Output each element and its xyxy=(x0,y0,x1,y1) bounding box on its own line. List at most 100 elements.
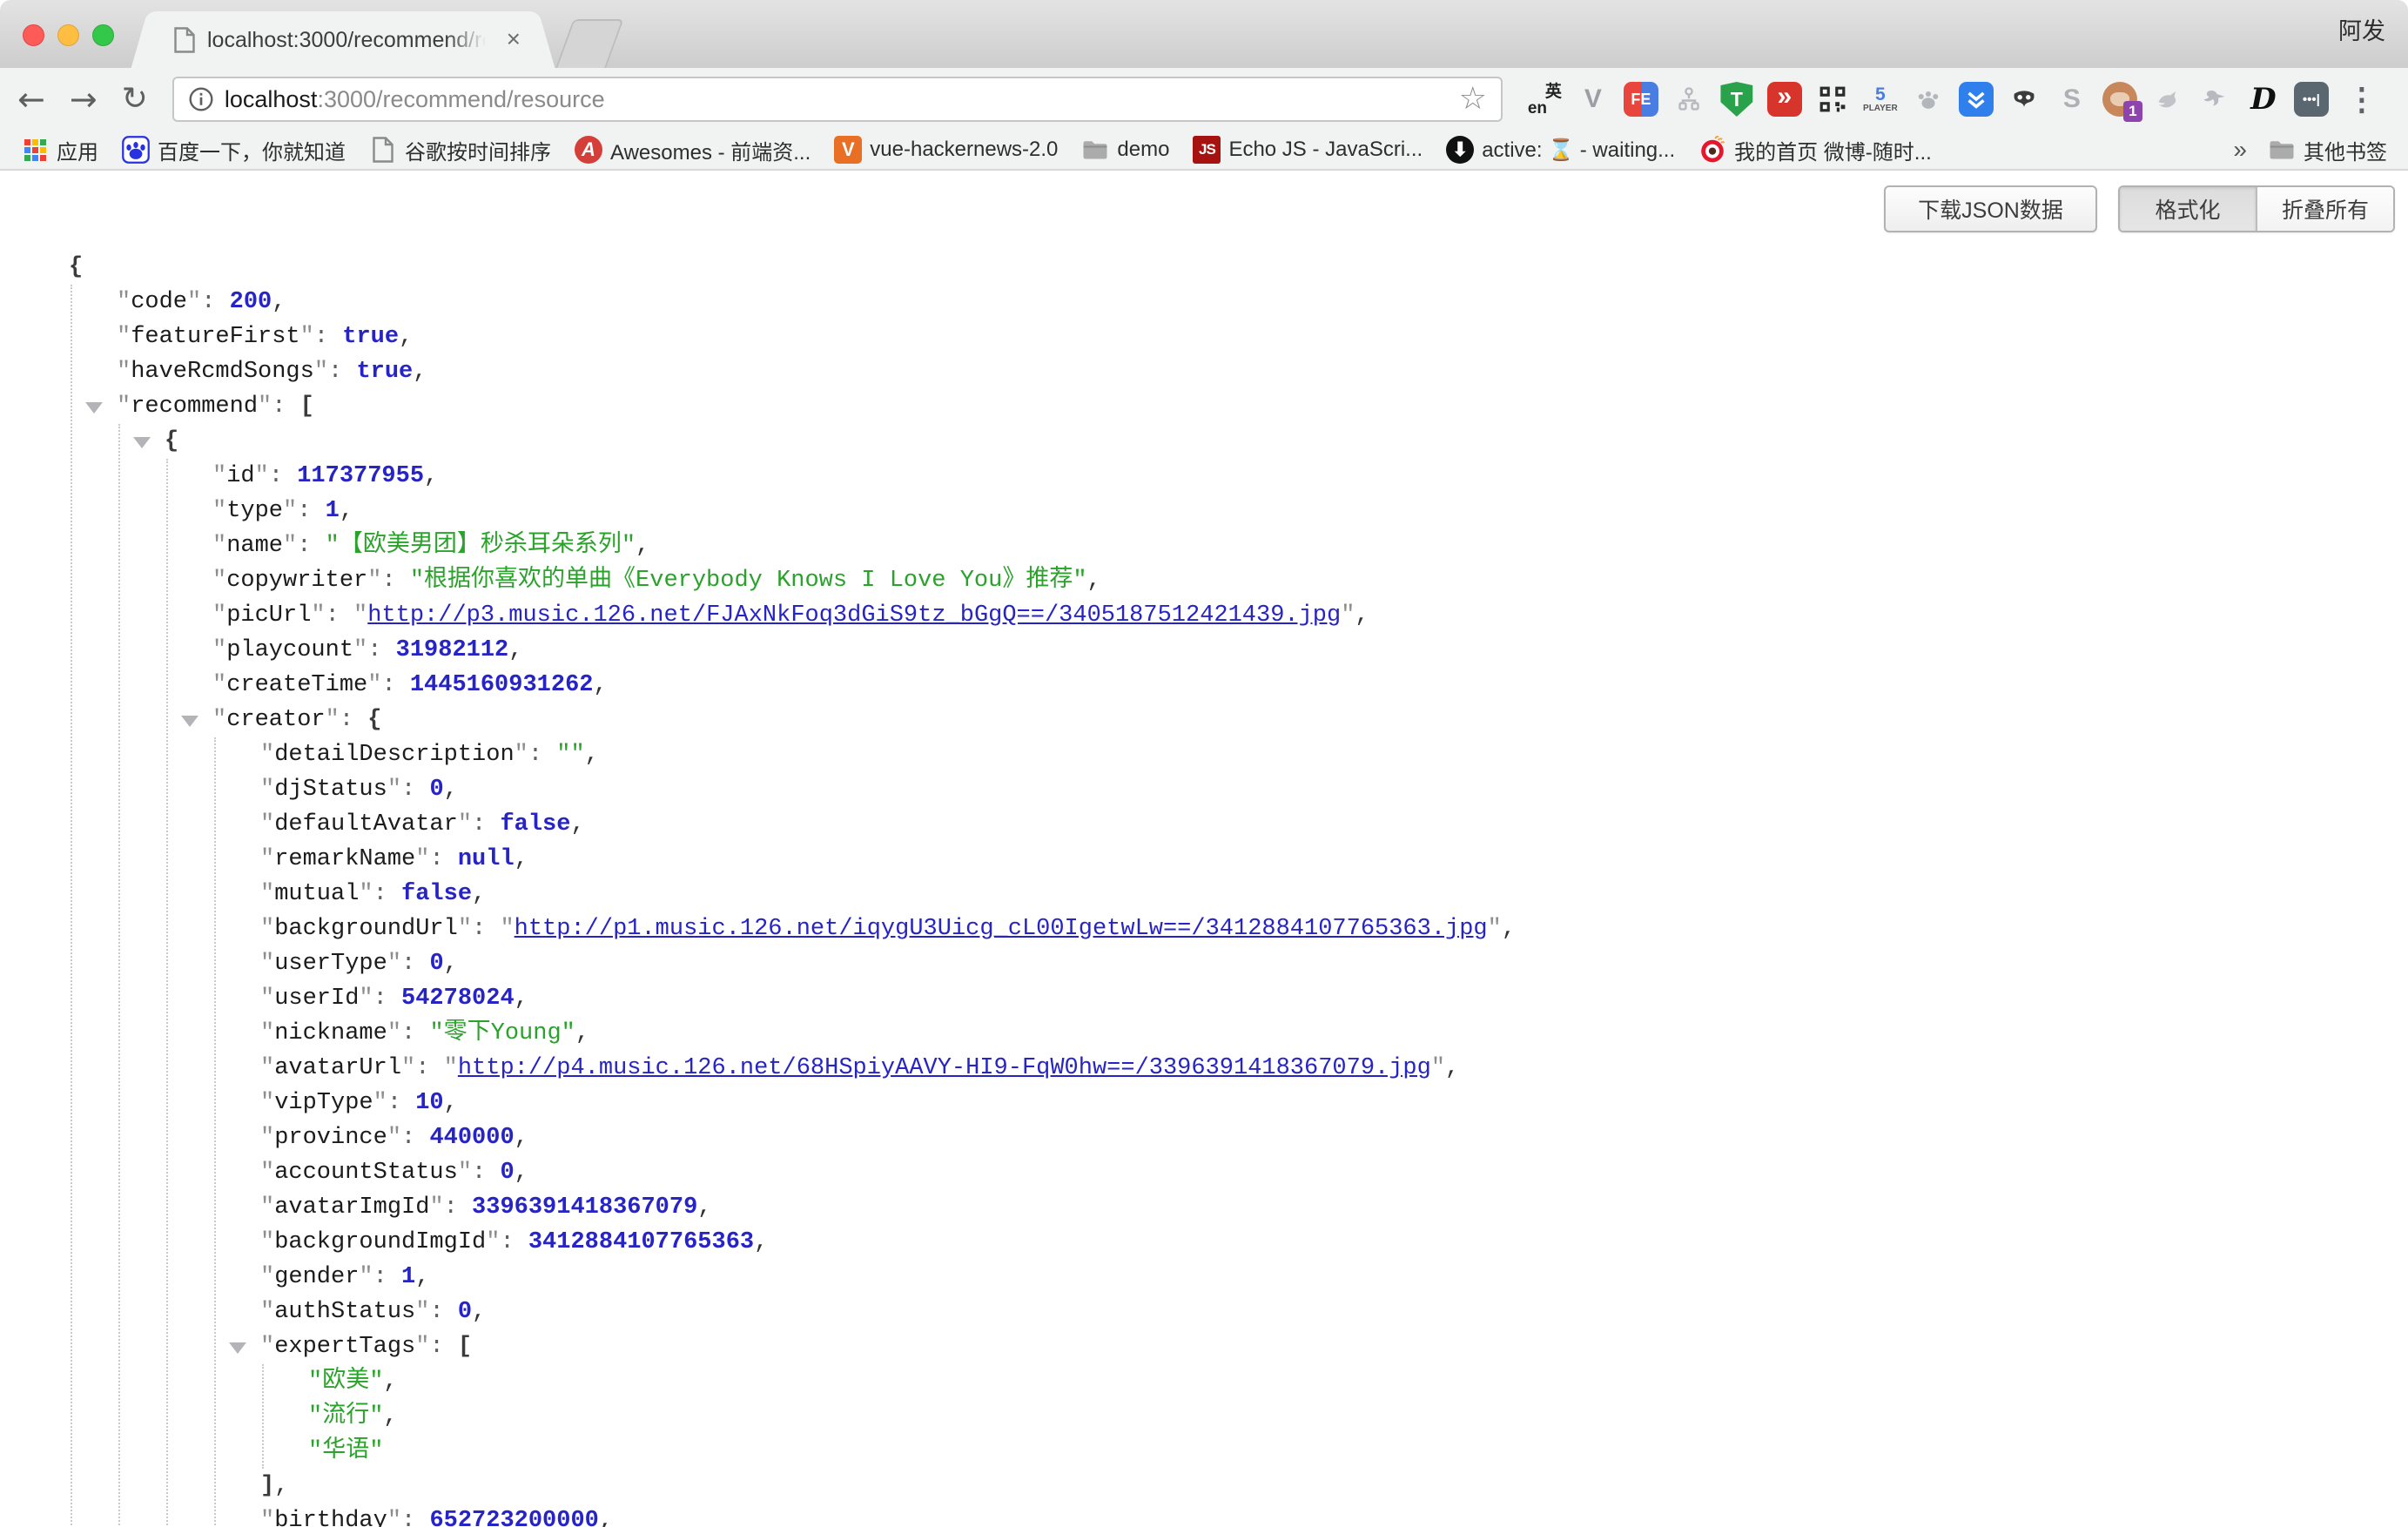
format-button[interactable]: 格式化 xyxy=(2120,187,2256,231)
json-token-q: " xyxy=(212,463,226,489)
json-token-q: " xyxy=(260,916,274,942)
letter-d-icon[interactable]: D xyxy=(2246,82,2281,117)
json-token-p: : xyxy=(269,463,297,489)
json-line: "copywriter": "根据你喜欢的单曲《Everybody Knows … xyxy=(212,563,2408,598)
json-token-q: " xyxy=(1341,602,1355,629)
json-token-k: avatarUrl xyxy=(274,1055,401,1081)
url-text[interactable]: localhost:3000/recommend/resource xyxy=(225,86,1459,113)
json-line: "playcount": 31982112, xyxy=(212,633,2408,668)
video-download-icon[interactable] xyxy=(1959,82,1994,117)
letter-s-icon[interactable]: S xyxy=(2055,82,2089,117)
bookmark-item[interactable]: Vvue-hackernews-2.0 xyxy=(834,136,1058,164)
browser-tab[interactable]: localhost:3000/recommend/re × xyxy=(153,11,533,68)
json-token-q: " xyxy=(367,672,381,698)
download-json-button[interactable]: 下载JSON数据 xyxy=(1884,185,2097,232)
json-token-p: : xyxy=(500,1229,528,1255)
json-token-c: , xyxy=(424,463,438,489)
bookmark-star-icon[interactable]: ☆ xyxy=(1459,84,1487,115)
json-token-c: , xyxy=(340,498,353,524)
json-line: "userType": 0, xyxy=(260,946,2408,981)
tab-close-icon[interactable]: × xyxy=(507,11,521,68)
collapse-arrow-icon[interactable] xyxy=(181,716,198,727)
json-token-q: " xyxy=(486,1229,500,1255)
close-window-button[interactable] xyxy=(23,24,44,46)
shield-t-icon[interactable]: T xyxy=(1719,82,1754,117)
new-tab-button[interactable] xyxy=(555,19,623,70)
minimize-window-button[interactable] xyxy=(57,24,79,46)
json-line: "nickname": "零下Young", xyxy=(260,1016,2408,1051)
back-button[interactable]: ← xyxy=(17,83,45,116)
fast-forward-icon[interactable]: » xyxy=(1767,82,1802,117)
bookmark-item[interactable]: AAwesomes - 前端资... xyxy=(575,135,811,165)
json-token-c: , xyxy=(1355,602,1369,629)
qr-code-icon[interactable] xyxy=(1815,82,1850,117)
maximize-window-button[interactable] xyxy=(92,24,114,46)
mask-icon[interactable] xyxy=(2007,82,2041,117)
json-token-q: " xyxy=(260,1194,274,1221)
json-token-k: expertTags xyxy=(274,1334,415,1360)
json-token-q: " xyxy=(283,498,297,524)
json-url-link[interactable]: http://p1.music.126.net/iqygU3Uicg_cL00I… xyxy=(515,916,1488,942)
json-token-p: : xyxy=(272,394,299,420)
json-token-p: : xyxy=(328,359,356,385)
json-line: "type": 1, xyxy=(212,494,2408,528)
json-token-k: nickname xyxy=(274,1020,387,1046)
other-bookmarks-folder[interactable]: 其他书签 xyxy=(2268,135,2387,165)
json-token-c: , xyxy=(1502,916,1516,942)
sitemap-icon[interactable] xyxy=(1671,82,1706,117)
hummingbird-icon[interactable] xyxy=(2198,82,2233,117)
bookmark-item[interactable]: 我的首页 微博-随时... xyxy=(1698,135,1932,165)
tampermonkey-icon[interactable]: 1 xyxy=(2102,82,2137,117)
url-path: :3000/recommend/resource xyxy=(317,86,604,112)
reload-button[interactable]: ↻ xyxy=(122,84,148,115)
json-token-q: " xyxy=(415,1334,429,1360)
profile-name[interactable]: 阿发 xyxy=(2338,0,2385,68)
forward-button[interactable]: → xyxy=(70,83,98,116)
json-token-q: " xyxy=(117,359,131,385)
password-dots-icon[interactable]: •••| xyxy=(2294,82,2329,117)
browser-menu-icon[interactable]: ⋮ xyxy=(2346,81,2378,118)
translate-icon[interactable]: 英en xyxy=(1528,82,1563,117)
json-line: "haveRcmdSongs": true, xyxy=(117,354,2408,389)
json-children: {"id": 117377955,"type": 1,"name": "【欧美男… xyxy=(118,424,2408,1527)
bookmark-item[interactable]: demo xyxy=(1081,136,1169,164)
json-url-link[interactable]: http://p3.music.126.net/FJAxNkFoq3dGiS9t… xyxy=(367,602,1341,629)
bookmark-item[interactable]: JSEcho JS - JavaScri... xyxy=(1193,136,1423,164)
json-token-p: : xyxy=(373,985,401,1012)
json-line: "vipType": 10, xyxy=(260,1086,2408,1120)
gray-bird-icon[interactable] xyxy=(2150,82,2185,117)
json-token-q: " xyxy=(458,811,472,837)
tab-title: localhost:3000/recommend/re xyxy=(207,11,486,68)
bookmark-item[interactable]: ⬇active: ⌛ - waiting... xyxy=(1446,136,1675,164)
bookmark-item[interactable]: 百度一下，你就知道 xyxy=(122,135,346,165)
json-token-q: " xyxy=(212,672,226,698)
bookmark-item[interactable]: 谷歌按时间排序 xyxy=(369,135,551,165)
json-token-q: " xyxy=(212,533,226,559)
json-token-q: " xyxy=(359,881,373,907)
collapse-arrow-icon[interactable] xyxy=(85,402,103,414)
bookmark-item[interactable]: 应用 xyxy=(21,135,98,165)
json-token-q: " xyxy=(458,916,472,942)
bookmark-label: 谷歌按时间排序 xyxy=(405,135,551,165)
vue-devtools-icon[interactable]: V xyxy=(1576,82,1611,117)
tab-strip: localhost:3000/recommend/re × 阿发 xyxy=(0,0,2408,68)
collapse-all-button[interactable]: 折叠所有 xyxy=(2256,187,2393,231)
json-token-b: { xyxy=(69,254,83,280)
json-token-v: 0 xyxy=(429,777,443,803)
json-url-link[interactable]: http://p4.music.126.net/68HSpiyAAVY-HI9-… xyxy=(458,1055,1431,1081)
json-token-q: " xyxy=(212,637,226,663)
fe-helper-icon[interactable]: FE xyxy=(1624,82,1658,117)
json-token-k: picUrl xyxy=(226,602,311,629)
page-content: 下载JSON数据 格式化 折叠所有 {"code": 200,"featureF… xyxy=(0,172,2408,1527)
page-info-icon[interactable] xyxy=(188,86,214,112)
collapse-arrow-icon[interactable] xyxy=(133,437,151,448)
json-token-k: defaultAvatar xyxy=(274,811,458,837)
paw-icon[interactable] xyxy=(1911,82,1946,117)
collapse-arrow-icon[interactable] xyxy=(229,1342,246,1354)
address-bar[interactable]: localhost:3000/recommend/resource ☆ xyxy=(172,77,1503,122)
json-token-k: detailDescription xyxy=(274,742,514,768)
html5-player-icon[interactable]: 5PLAYER xyxy=(1863,82,1898,117)
bookmarks-overflow-icon[interactable]: » xyxy=(2233,136,2247,164)
weibo-eye-icon xyxy=(1698,136,1726,164)
json-token-v: 117377955 xyxy=(297,463,424,489)
